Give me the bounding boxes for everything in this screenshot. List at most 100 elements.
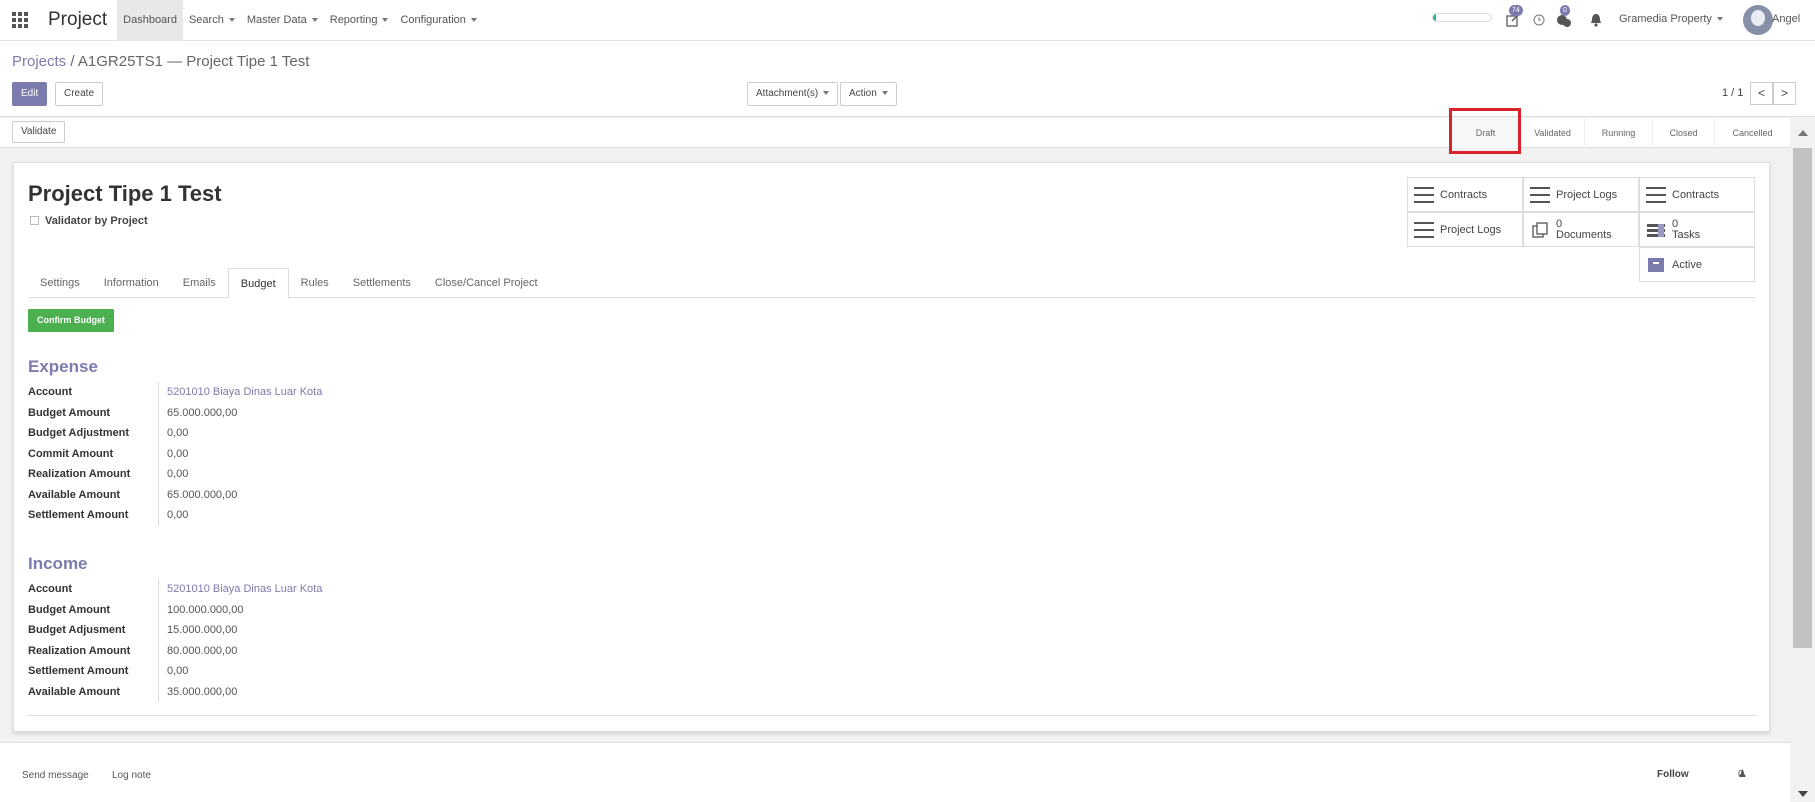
field-label: Realization Amount <box>28 640 159 661</box>
income-field-row: Budget Amount 100.000.000,00 <box>28 599 428 620</box>
pager-next-button[interactable]: > <box>1773 82 1796 105</box>
list-icon <box>1646 186 1666 203</box>
breadcrumb-current: A1GR25TS1 — Project Tipe 1 Test <box>77 53 310 70</box>
income-field-row: Account 5201010 Biaya Dinas Luar Kota <box>28 579 428 600</box>
expense-field-row: Settlement Amount 0,00 <box>28 505 428 526</box>
field-label: Budget Adjusment <box>28 620 159 641</box>
action-dropdown[interactable]: Action <box>840 82 897 106</box>
income-field-row: Settlement Amount 0,00 <box>28 661 428 682</box>
follow-button[interactable]: Follow <box>1657 769 1689 780</box>
menu-label: Dashboard <box>123 13 177 26</box>
field-label: Available Amount <box>28 484 159 505</box>
field-value: 0,00 <box>167 427 189 440</box>
tab-settlements[interactable]: Settlements <box>341 268 423 298</box>
menu-reporting[interactable]: Reporting <box>324 0 395 41</box>
expense-field-row: Account 5201010 Biaya Dinas Luar Kota <box>28 382 428 403</box>
bell-icon[interactable] <box>1590 13 1602 30</box>
documents-icon <box>1530 221 1550 238</box>
control-panel: Projects / A1GR25TS1 — Project Tipe 1 Te… <box>0 41 1815 117</box>
button-label: Project Logs <box>1556 188 1618 201</box>
field-label: Settlement Amount <box>28 661 159 682</box>
validate-button[interactable]: Validate <box>12 121 66 143</box>
form-tabs: Settings Information Emails Budget Rules… <box>28 268 1756 299</box>
stage-validated[interactable]: Validated <box>1520 118 1584 148</box>
attachments-dropdown[interactable]: Attachment(s) <box>747 82 839 106</box>
scroll-up-icon[interactable] <box>1798 130 1808 136</box>
expense-field-row: Realization Amount 0,00 <box>28 464 428 485</box>
menu-master-data[interactable]: Master Data <box>241 0 324 41</box>
progress-fill <box>1433 14 1436 21</box>
list-icon <box>1414 186 1434 203</box>
tasks-button[interactable]: 0 Tasks <box>1639 212 1755 247</box>
tab-budget[interactable]: Budget <box>227 268 289 299</box>
validator-checkbox-field[interactable]: Validator by Project <box>30 215 148 227</box>
page-scrollbar[interactable] <box>1790 118 1815 802</box>
clock-icon[interactable] <box>1533 14 1545 29</box>
log-note-link[interactable]: Log note <box>112 770 151 781</box>
status-bar: Validate Draft Validated Running Closed … <box>0 118 1790 148</box>
breadcrumb-projects[interactable]: Projects <box>12 53 66 70</box>
documents-stat: 0 Documents <box>1556 218 1612 241</box>
stage-closed[interactable]: Closed <box>1652 118 1714 148</box>
caret-down-icon <box>823 91 830 96</box>
activity-icon[interactable]: 74 <box>1505 5 1523 31</box>
field-value: 0,00 <box>167 665 189 678</box>
documents-button[interactable]: 0 Documents <box>1523 212 1639 247</box>
pager-value[interactable]: 1 / 1 <box>1722 87 1743 99</box>
attachments-label: Attachment(s) <box>756 88 819 99</box>
record-title: Project Tipe 1 Test <box>28 181 222 206</box>
account-link[interactable]: 5201010 Biaya Dinas Luar Kota <box>159 583 322 595</box>
app-title[interactable]: Project <box>48 9 107 31</box>
menu-dashboard[interactable]: Dashboard <box>117 0 183 41</box>
field-value: 65.000.000,00 <box>167 406 238 419</box>
action-label: Action <box>849 88 877 99</box>
tab-rules[interactable]: Rules <box>289 268 341 298</box>
send-message-link[interactable]: Send message <box>22 770 89 781</box>
sheet-divider <box>28 715 1756 716</box>
field-value: 35.000.000,00 <box>167 685 238 698</box>
apps-grid-icon[interactable] <box>12 12 32 28</box>
contracts-button-2[interactable]: Contracts <box>1639 177 1755 212</box>
smart-button-box: Contracts Project Logs Contracts Project… <box>1407 177 1755 282</box>
menu-search[interactable]: Search <box>183 0 241 41</box>
expense-field-row: Available Amount 65.000.000,00 <box>28 484 428 505</box>
user-avatar[interactable] <box>1743 5 1773 35</box>
messages-icon[interactable]: 0 <box>1556 5 1572 31</box>
expense-fields: Account 5201010 Biaya Dinas Luar Kota Budg… <box>28 382 428 526</box>
expense-field-row: Commit Amount 0,00 <box>28 443 428 464</box>
activity-count-badge: 74 <box>1509 5 1523 16</box>
menu-configuration[interactable]: Configuration <box>394 0 482 41</box>
pager-previous-button[interactable]: < <box>1750 82 1773 105</box>
breadcrumb-separator: / <box>70 53 75 70</box>
tab-close-cancel-project[interactable]: Close/Cancel Project <box>423 268 550 298</box>
stage-cancelled[interactable]: Cancelled <box>1714 118 1790 148</box>
field-value: 0,00 <box>167 447 189 460</box>
menu-label: Configuration <box>400 13 466 26</box>
checkbox-icon[interactable] <box>30 216 39 225</box>
create-button[interactable]: Create <box>55 82 104 106</box>
field-label: Realization Amount <box>28 464 159 485</box>
project-logs-button[interactable]: Project Logs <box>1523 177 1639 212</box>
tab-emails[interactable]: Emails <box>171 268 228 298</box>
onboarding-progress-bar[interactable] <box>1432 13 1492 22</box>
scroll-thumb[interactable] <box>1793 148 1812 648</box>
edit-button[interactable]: Edit <box>12 82 48 106</box>
confirm-budget-button[interactable]: Confirm Budget <box>28 309 114 332</box>
company-switcher[interactable]: Gramedia Property <box>1619 13 1723 25</box>
tab-information[interactable]: Information <box>92 268 171 298</box>
stage-running[interactable]: Running <box>1584 118 1652 148</box>
scroll-down-icon[interactable] <box>1798 791 1808 797</box>
field-label: Budget Amount <box>28 599 159 620</box>
income-field-row: Budget Adjusment 15.000.000,00 <box>28 620 428 641</box>
tab-settings[interactable]: Settings <box>28 268 92 298</box>
company-label: Gramedia Property <box>1619 13 1712 25</box>
caret-down-icon <box>881 91 888 96</box>
contracts-button[interactable]: Contracts <box>1407 177 1523 212</box>
field-value: 15.000.000,00 <box>167 624 238 637</box>
user-name[interactable]: Angel <box>1772 13 1800 25</box>
form-sheet: Project Tipe 1 Test Validator by Project… <box>13 162 1770 732</box>
project-logs-button-2[interactable]: Project Logs <box>1407 212 1523 247</box>
main-menu: Dashboard Search Master Data Reporting C… <box>117 0 483 41</box>
breadcrumb: Projects / A1GR25TS1 — Project Tipe 1 Te… <box>12 53 309 70</box>
account-link[interactable]: 5201010 Biaya Dinas Luar Kota <box>159 386 322 398</box>
